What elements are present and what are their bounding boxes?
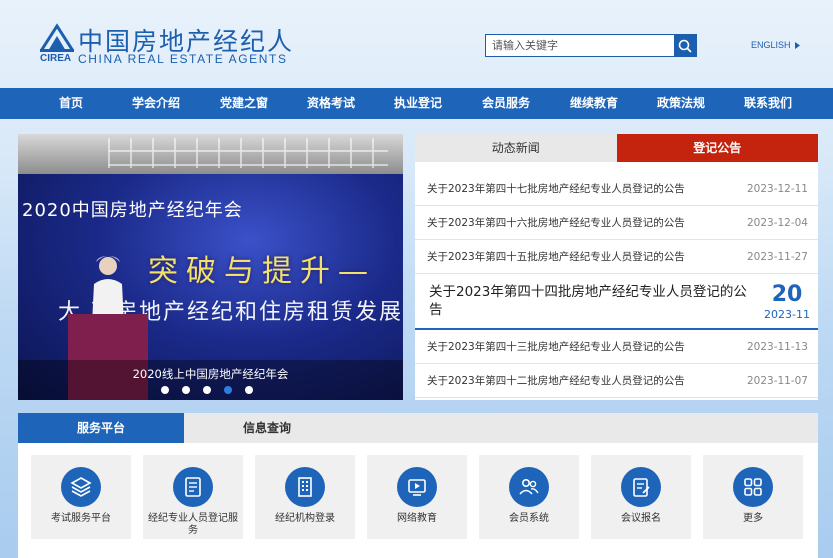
site-logo[interactable] <box>38 22 80 56</box>
members-icon <box>519 479 539 495</box>
language-label: ENGLISH <box>751 40 791 50</box>
news-list: 关于2023年第四十七批房地产经纪专业人员登记的公告 2023-12-11 关于… <box>415 172 818 398</box>
news-date: 2023-11-07 <box>746 374 808 387</box>
services-panel: 服务平台 信息查询 考试服务平台 经纪专业人员登记服务 经纪机构登录 网络教育 … <box>18 413 818 558</box>
featured-news-day: 20 <box>771 281 803 307</box>
service-label: 考试服务平台 <box>51 513 111 524</box>
search-button[interactable] <box>674 35 696 56</box>
search-box <box>485 34 697 57</box>
list-item[interactable]: 关于2023年第四十二批房地产经纪专业人员登记的公告 2023-11-07 <box>415 364 818 398</box>
certificate-icon <box>185 477 201 497</box>
registration-icon <box>633 478 650 497</box>
service-card-exam[interactable]: 考试服务平台 <box>31 455 131 539</box>
slider-dot[interactable] <box>203 386 211 394</box>
nav-item-education[interactable]: 继续教育 <box>550 88 638 119</box>
nav-item-contact[interactable]: 联系我们 <box>724 88 812 119</box>
news-panel: 动态新闻 登记公告 关于2023年第四十七批房地产经纪专业人员登记的公告 202… <box>415 134 818 400</box>
nav-item-party[interactable]: 党建之窗 <box>200 88 288 119</box>
news-date: 2023-12-11 <box>746 182 808 195</box>
service-label: 会员系统 <box>509 513 549 524</box>
logo-abbreviation: CIREA <box>40 53 72 64</box>
news-date: 2023-11-13 <box>746 340 808 353</box>
service-label: 经纪专业人员登记服务 <box>148 513 238 536</box>
service-label: 网络教育 <box>397 513 437 524</box>
logo-mark-icon <box>38 22 76 56</box>
main-nav: 首页 学会介绍 党建之窗 资格考试 执业登记 会员服务 继续教育 政策法规 联系… <box>0 88 833 119</box>
list-item[interactable]: 关于2023年第四十七批房地产经纪专业人员登记的公告 2023-12-11 <box>415 172 818 206</box>
news-title[interactable]: 关于2023年第四十五批房地产经纪专业人员登记的公告 <box>427 249 685 264</box>
slider-dot[interactable] <box>245 386 253 394</box>
nav-item-exam[interactable]: 资格考试 <box>288 88 374 119</box>
chevron-right-icon <box>794 41 800 49</box>
nav-item-member[interactable]: 会员服务 <box>462 88 550 119</box>
slider-dot[interactable] <box>182 386 190 394</box>
nav-item-registration[interactable]: 执业登记 <box>374 88 462 119</box>
slider-dot-active[interactable] <box>224 386 232 394</box>
news-date: 2023-12-04 <box>746 216 808 229</box>
list-item[interactable]: 关于2023年第四十六批房地产经纪专业人员登记的公告 2023-12-04 <box>415 206 818 240</box>
tab-service-platform[interactable]: 服务平台 <box>18 413 184 443</box>
news-tabs: 动态新闻 登记公告 <box>415 134 818 162</box>
tab-announcements[interactable]: 登记公告 <box>616 134 818 162</box>
tab-info-query[interactable]: 信息查询 <box>184 413 350 443</box>
service-card-agency-login[interactable]: 经纪机构登录 <box>255 455 355 539</box>
news-title[interactable]: 关于2023年第四十六批房地产经纪专业人员登记的公告 <box>427 215 685 230</box>
slide-caption: 2020线上中国房地产经纪年会 <box>132 367 289 381</box>
grid-icon <box>744 478 762 496</box>
search-icon <box>678 39 692 53</box>
news-title[interactable]: 关于2023年第四十三批房地产经纪专业人员登记的公告 <box>427 339 685 354</box>
online-course-icon <box>408 479 426 496</box>
nav-item-about[interactable]: 学会介绍 <box>112 88 200 119</box>
service-card-online-education[interactable]: 网络教育 <box>367 455 467 539</box>
news-title[interactable]: 关于2023年第四十七批房地产经纪专业人员登记的公告 <box>427 181 685 196</box>
featured-news-item[interactable]: 关于2023年第四十四批房地产经纪专业人员登记的公告 20 2023-11 <box>415 274 818 330</box>
services-tabs: 服务平台 信息查询 <box>18 413 818 443</box>
service-card-meeting-registration[interactable]: 会议报名 <box>591 455 691 539</box>
news-slider[interactable]: 2020中国房地产经纪年会 突破与提升— 大 下房地产经纪和住房租赁发展 202… <box>18 134 403 400</box>
logo-english-name: CHINA REAL ESTATE AGENTS <box>78 52 288 66</box>
slide-headline-big: 突破与提升— <box>148 254 376 289</box>
slide-ceiling-grid <box>108 138 388 168</box>
site-header: 中国房地产经纪人 CIREA CHINA REAL ESTATE AGENTS … <box>0 0 833 88</box>
service-card-member-system[interactable]: 会员系统 <box>479 455 579 539</box>
slide-headline-year: 2020中国房地产经纪年会 <box>22 200 243 221</box>
nav-item-policy[interactable]: 政策法规 <box>638 88 724 119</box>
list-item[interactable]: 关于2023年第四十三批房地产经纪专业人员登记的公告 2023-11-13 <box>415 330 818 364</box>
language-switch[interactable]: ENGLISH <box>751 40 800 50</box>
service-label: 更多 <box>743 513 763 524</box>
nav-item-home[interactable]: 首页 <box>0 88 112 119</box>
layers-icon <box>70 477 92 497</box>
featured-news-date: 20 2023-11 <box>764 282 810 321</box>
service-card-more[interactable]: 更多 <box>703 455 803 539</box>
slider-dot[interactable] <box>161 386 169 394</box>
services-list: 考试服务平台 经纪专业人员登记服务 经纪机构登录 网络教育 会员系统 会议报名 … <box>31 455 803 539</box>
slider-dots <box>161 386 253 394</box>
building-icon <box>298 477 312 497</box>
service-card-agent-registration[interactable]: 经纪专业人员登记服务 <box>143 455 243 539</box>
featured-news-title[interactable]: 关于2023年第四十四批房地产经纪专业人员登记的公告 <box>429 283 759 319</box>
news-date: 2023-11-27 <box>746 250 808 263</box>
service-label: 会议报名 <box>621 513 661 524</box>
tab-news[interactable]: 动态新闻 <box>415 134 617 162</box>
featured-news-year-month: 2023-11 <box>764 307 810 321</box>
list-item[interactable]: 关于2023年第四十五批房地产经纪专业人员登记的公告 2023-11-27 <box>415 240 818 274</box>
news-title[interactable]: 关于2023年第四十二批房地产经纪专业人员登记的公告 <box>427 373 685 388</box>
search-input[interactable] <box>486 35 674 56</box>
service-label: 经纪机构登录 <box>275 513 335 524</box>
